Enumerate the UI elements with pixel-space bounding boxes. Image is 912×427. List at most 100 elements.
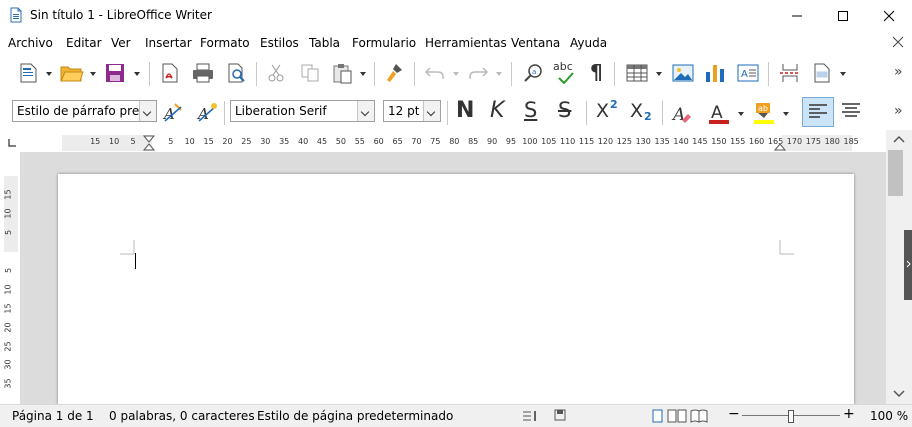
indent-marker-icon[interactable]	[142, 135, 156, 151]
tab-stop-type-icon[interactable]	[8, 139, 16, 147]
chevron-down-icon[interactable]	[738, 112, 744, 116]
zoom-slider-thumb[interactable]	[788, 410, 794, 423]
scroll-up-icon[interactable]	[893, 135, 905, 143]
clear-formatting-icon[interactable]: A	[670, 101, 694, 125]
right-indent-marker-icon[interactable]	[773, 143, 787, 151]
zoom-out-button[interactable]: −	[728, 406, 740, 422]
print-icon[interactable]	[191, 63, 215, 83]
chevron-down-icon[interactable]	[134, 72, 140, 76]
horizontal-ruler[interactable]: 15 10 5 5 10 15 20 25 30 35 40 45 50 55 60 65 70 75 80 85 90…	[62, 135, 859, 151]
menu-ayuda[interactable]: Ayuda	[570, 36, 607, 50]
menu-tabla[interactable]: Tabla	[309, 36, 340, 50]
chevron-down-icon[interactable]	[783, 112, 789, 116]
open-folder-icon[interactable]	[60, 63, 84, 83]
page-break-icon[interactable]	[779, 62, 801, 84]
ruler-tick-label: 115	[578, 137, 595, 146]
menu-editar[interactable]: Editar	[66, 36, 102, 50]
chevron-down-icon[interactable]	[360, 72, 366, 76]
highlight-color-button[interactable]: ab	[750, 99, 780, 127]
chevron-down-icon[interactable]	[357, 101, 374, 121]
align-left-icon	[809, 104, 827, 118]
new-style-icon[interactable]: A	[195, 101, 219, 125]
close-document-button[interactable]	[892, 33, 908, 51]
italic-button[interactable]: K	[490, 98, 504, 123]
margin-corner-icon	[120, 240, 135, 255]
menu-estilos[interactable]: Estilos	[260, 36, 299, 50]
redo-icon[interactable]	[467, 64, 489, 82]
scroll-down-icon[interactable]	[893, 390, 905, 398]
insert-chart-icon[interactable]	[704, 62, 726, 84]
font-name-select[interactable]: Liberation Serif	[230, 100, 375, 122]
multi-page-view-icon[interactable]	[667, 409, 687, 423]
toolbar-overflow-icon[interactable]: »	[894, 64, 903, 80]
page-count[interactable]: Página 1 de 1	[12, 409, 94, 423]
superscript-x: X	[596, 100, 610, 122]
chevron-down-icon[interactable]	[656, 72, 662, 76]
minimize-button[interactable]	[774, 0, 820, 31]
strikethrough-button[interactable]: S	[558, 98, 571, 122]
paste-icon[interactable]	[332, 62, 354, 84]
chevron-down-icon[interactable]	[139, 101, 156, 121]
underline-button[interactable]: S	[524, 98, 537, 122]
page-style[interactable]: Estilo de página predeterminado	[257, 409, 453, 423]
sidebar-handle[interactable]	[904, 230, 912, 300]
menu-ventana[interactable]: Ventana	[511, 36, 560, 50]
menu-formato[interactable]: Formato	[200, 36, 250, 50]
insert-image-icon[interactable]	[672, 63, 694, 83]
align-center-icon[interactable]	[841, 102, 861, 120]
zoom-in-button[interactable]: +	[843, 406, 855, 422]
word-count[interactable]: 0 palabras, 0 caracteres	[109, 409, 255, 423]
cut-icon[interactable]	[266, 63, 286, 83]
ruler-tick-label: 125	[616, 137, 632, 146]
chevron-down-icon[interactable]	[423, 101, 440, 121]
checkmark-icon	[558, 72, 574, 84]
insert-field-icon[interactable]	[811, 62, 833, 84]
close-button[interactable]	[866, 0, 912, 31]
formatting-marks-button[interactable]: ¶	[590, 60, 603, 84]
zoom-level[interactable]: 100 %	[870, 409, 908, 423]
chevron-down-icon[interactable]	[496, 72, 502, 76]
ruler-tick-label: 80	[449, 137, 460, 146]
ruler-tick-label: 15	[90, 137, 101, 146]
new-document-icon[interactable]	[18, 62, 40, 84]
undo-icon[interactable]	[424, 64, 446, 82]
svg-text:ab: ab	[758, 104, 768, 113]
document-modified-icon[interactable]	[554, 409, 566, 421]
copy-icon[interactable]	[300, 63, 320, 83]
superscript-button[interactable]: X 2	[596, 98, 622, 124]
update-style-icon[interactable]: A	[161, 101, 185, 125]
ruler-tick-label: 110	[560, 137, 576, 146]
font-size-select[interactable]: 12 pt	[383, 100, 441, 122]
toolbar-overflow-icon[interactable]: »	[894, 103, 903, 119]
menu-archivo[interactable]: Archivo	[8, 36, 53, 50]
menu-formulario[interactable]: Formulario	[352, 36, 416, 50]
paragraph-style-select[interactable]: Estilo de párrafo predet	[12, 100, 157, 122]
menu-ver[interactable]: Ver	[111, 36, 131, 50]
subscript-button[interactable]: X 2	[630, 98, 656, 124]
export-pdf-icon[interactable]	[160, 62, 180, 84]
maximize-button[interactable]	[820, 0, 866, 31]
find-replace-icon[interactable]: a	[522, 62, 544, 84]
book-view-icon[interactable]	[690, 409, 708, 423]
print-preview-icon[interactable]	[226, 62, 248, 84]
chevron-down-icon[interactable]	[90, 72, 96, 76]
menu-herramientas[interactable]: Herramientas	[425, 36, 507, 50]
ruler-tick-label: 50	[335, 137, 346, 146]
font-color-button[interactable]: A	[705, 99, 735, 127]
text-select-mode-icon[interactable]	[522, 410, 540, 422]
save-icon[interactable]	[104, 62, 126, 84]
single-page-view-icon[interactable]	[652, 409, 664, 423]
insert-textbox-icon[interactable]: A	[737, 63, 759, 83]
chevron-down-icon[interactable]	[840, 72, 846, 76]
chevron-down-icon[interactable]	[453, 72, 459, 76]
bold-button[interactable]: N	[456, 98, 474, 123]
vertical-ruler[interactable]: 15 10 5 5 10 15 20 25 30 35	[4, 176, 18, 402]
spelling-button[interactable]: abc	[553, 60, 579, 88]
menu-insertar[interactable]: Insertar	[145, 36, 192, 50]
chevron-down-icon[interactable]	[46, 72, 52, 76]
scrollbar-thumb[interactable]	[888, 150, 903, 196]
align-left-button[interactable]	[802, 97, 834, 127]
document-page[interactable]	[58, 174, 854, 414]
clone-formatting-icon[interactable]	[384, 62, 406, 84]
insert-table-icon[interactable]	[626, 63, 648, 83]
